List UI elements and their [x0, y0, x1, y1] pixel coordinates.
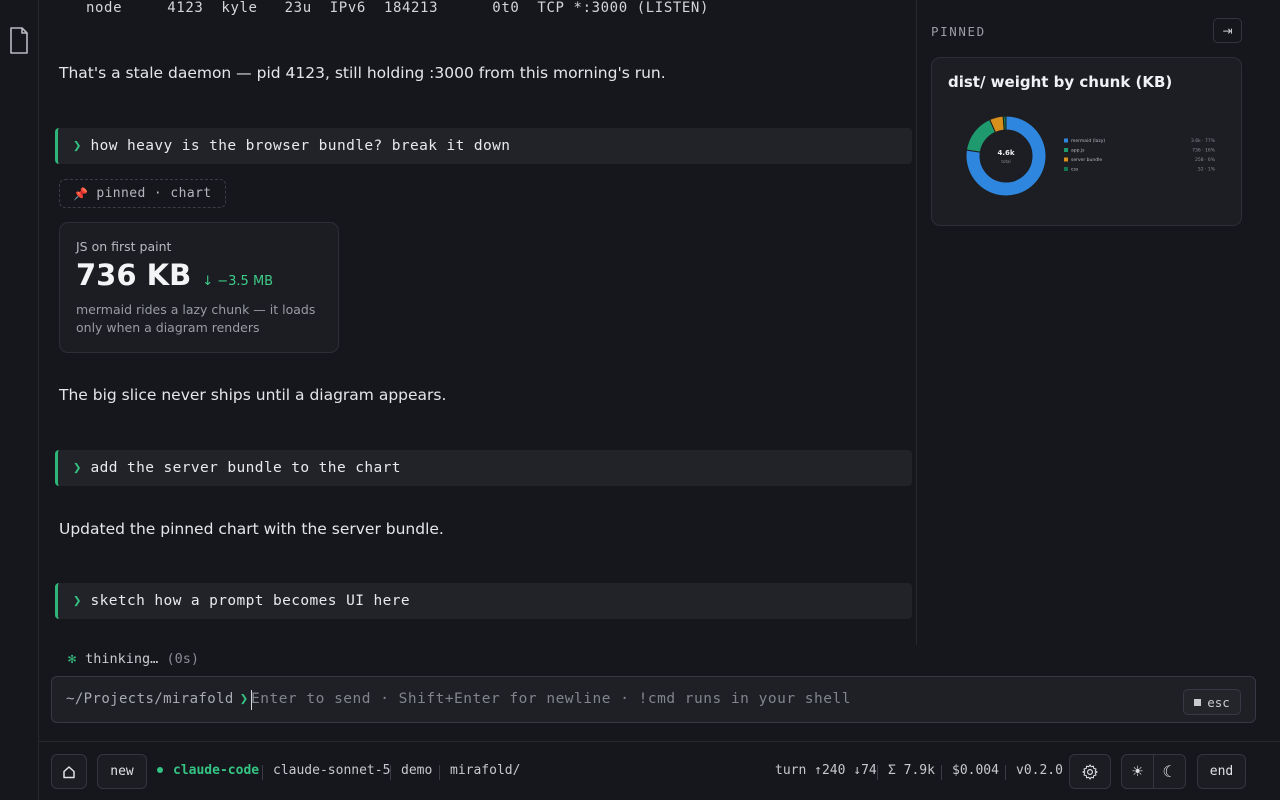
pinned-chart-tag[interactable]: 📌 pinned · chart [59, 179, 226, 208]
composer-cwd: ~/Projects/mirafold ❯ [66, 691, 249, 707]
cwd-path: ~/Projects/mirafold [66, 691, 234, 707]
prompt-chevron-icon: ❯ [73, 593, 82, 609]
file-icon[interactable] [8, 26, 30, 56]
divider [262, 765, 263, 780]
assistant-message: The big slice never ships until a diagra… [59, 386, 447, 404]
legend-swatch [1064, 148, 1068, 152]
collapse-icon: ⇥ [1222, 23, 1233, 38]
thinking-indicator: ✻ thinking… (0s) [68, 651, 199, 667]
legend-label: css [1071, 168, 1079, 173]
user-prompt-text: how heavy is the browser bundle? break i… [90, 138, 511, 154]
turn-tokens: turn ↑240 ↓74 [775, 763, 877, 778]
thinking-label: thinking… [85, 651, 159, 667]
divider [439, 765, 440, 780]
stat-note: mermaid rides a lazy chunk — it loads on… [76, 302, 316, 335]
user-prompt-text: sketch how a prompt becomes UI here [90, 593, 410, 609]
legend-value: 258 · 6% [1195, 157, 1216, 163]
mode-label[interactable]: demo [401, 763, 432, 778]
pinned-tag-label: pinned · chart [96, 186, 212, 201]
thinking-time: (0s) [166, 651, 199, 667]
assistant-message: Updated the pinned chart with the server… [59, 520, 444, 538]
legend-value: 3.6k · 77% [1191, 138, 1216, 144]
status-bar: new claude-code claude-sonnet-5 demo mir… [39, 741, 1280, 800]
pinned-panel: PINNED ⇥ dist/ weight by chunk (KB) 4.6k… [917, 0, 1280, 645]
donut-chart: 4.6k total mermaid (lazy) 3.6k · 77% app.js 7… [965, 115, 1216, 197]
end-button[interactable]: end [1197, 754, 1246, 789]
legend-label: server bundle [1071, 157, 1102, 163]
theme-toggle[interactable]: ☀ ☾ [1121, 754, 1186, 789]
stat-value: 736 KB [76, 258, 192, 292]
cost-label: $0.004 [952, 763, 999, 778]
agent-status[interactable]: claude-code [157, 763, 259, 778]
donut-center-value: 4.6k [997, 149, 1014, 157]
prompt-chevron-icon: ❯ [73, 460, 82, 476]
new-session-button[interactable]: new [97, 754, 147, 789]
divider [877, 765, 878, 780]
home-icon [63, 765, 75, 778]
text-caret [251, 690, 252, 710]
stat-delta: ↓ −3.5 MB [202, 274, 274, 289]
user-prompt[interactable]: ❯ add the server bundle to the chart [55, 450, 912, 486]
spinner-star-icon: ✻ [68, 651, 77, 667]
sun-icon[interactable]: ☀ [1122, 764, 1153, 780]
collapse-panel-button[interactable]: ⇥ [1213, 18, 1242, 43]
total-tokens: Σ 7.9k [888, 763, 935, 778]
user-prompt[interactable]: ❯ sketch how a prompt becomes UI here [55, 583, 912, 619]
assistant-message: That's a stale daemon — pid 4123, still … [59, 64, 666, 82]
user-prompt-text: add the server bundle to the chart [90, 460, 401, 476]
user-prompt[interactable]: ❯ how heavy is the browser bundle? break… [55, 128, 912, 164]
version-label: v0.2.0 [1016, 763, 1063, 778]
cwd-chevron-icon: ❯ [239, 691, 249, 707]
legend-label: app.js [1071, 148, 1085, 154]
legend-swatch [1064, 157, 1068, 162]
esc-button[interactable]: esc [1183, 689, 1241, 715]
divider [941, 765, 942, 780]
stop-square-icon [1194, 698, 1202, 706]
esc-label: esc [1207, 694, 1230, 710]
prompt-chevron-icon: ❯ [73, 138, 82, 154]
legend-label: mermaid (lazy) [1071, 138, 1105, 144]
donut-center-label: total [1001, 159, 1010, 164]
directory-label[interactable]: mirafold/ [450, 763, 520, 778]
divider [390, 765, 391, 780]
legend-value: 736 · 16% [1192, 148, 1216, 154]
settings-button[interactable] [1069, 754, 1111, 789]
stat-card: JS on first paint 736 KB ↓ −3.5 MB merma… [59, 222, 339, 353]
home-button[interactable] [51, 754, 87, 789]
donut-slice[interactable] [1002, 115, 1007, 131]
legend-swatch [1064, 167, 1068, 171]
stat-label: JS on first paint [76, 239, 172, 254]
pinned-heading: PINNED [931, 24, 986, 39]
agent-status-dot [157, 766, 163, 773]
composer[interactable]: ~/Projects/mirafold ❯ Enter to send · Shi… [51, 676, 1256, 723]
terminal-output-line: node 4123 kyle 23u IPv6 184213 0t0 TCP *… [86, 0, 709, 16]
model-name[interactable]: claude-sonnet-5 [273, 763, 390, 778]
pinned-chart-card[interactable]: dist/ weight by chunk (KB) 4.6k total merm… [931, 57, 1242, 226]
legend-value: 52 · 1% [1198, 167, 1216, 173]
gear-icon [1082, 763, 1098, 780]
moon-icon[interactable]: ☾ [1154, 762, 1185, 781]
pin-icon: 📌 [73, 186, 89, 201]
agent-name: claude-code [173, 763, 260, 778]
divider [1005, 765, 1006, 780]
legend-swatch [1064, 138, 1068, 143]
composer-input[interactable]: Enter to send · Shift+Enter for newline … [251, 691, 851, 707]
left-rail [0, 0, 39, 800]
